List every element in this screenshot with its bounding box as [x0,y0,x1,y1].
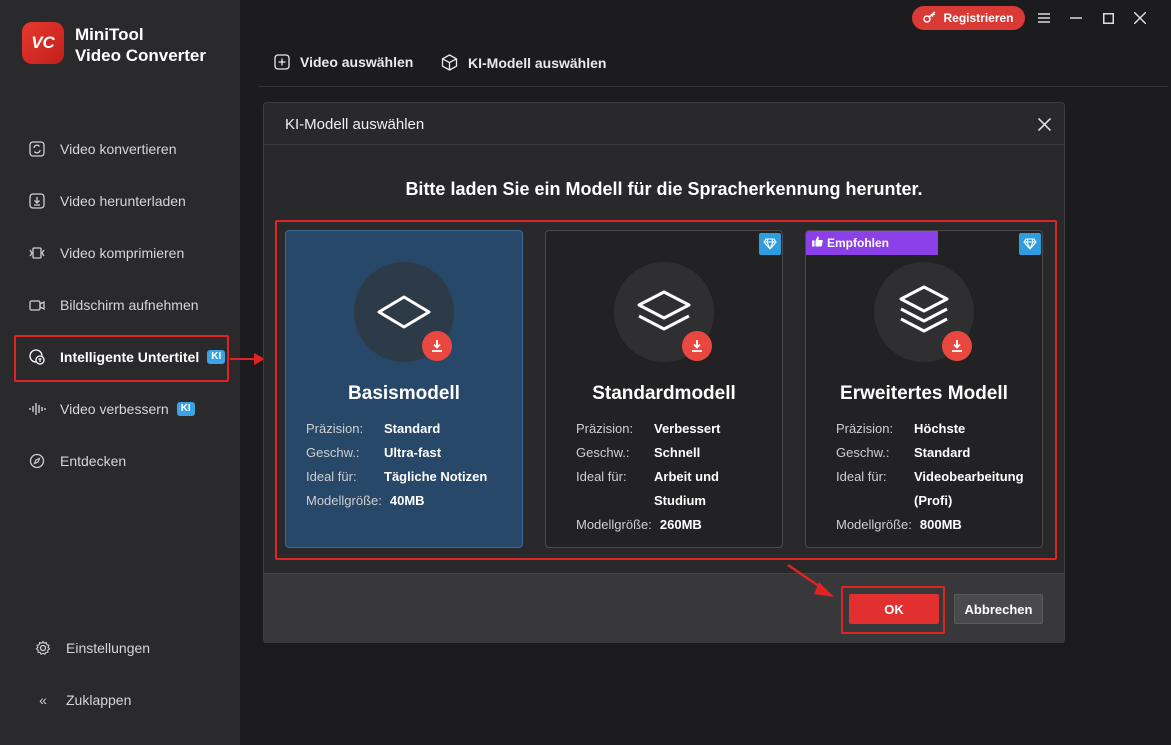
sidebar: VC MiniTool Video Converter Video konver… [0,0,240,745]
settings-label: Einstellungen [66,640,151,656]
download-icon [28,192,46,210]
spec-key: Modellgröße: [836,517,912,532]
highlight-box [14,335,229,382]
menu-icon[interactable] [1034,8,1054,28]
model-card-advanced[interactable]: Empfohlen Erweitertes Modell Präzision: H… [805,230,1043,548]
register-label: Registrieren [943,11,1014,25]
recommended-label: Empfohlen [827,236,889,250]
sidebar-item-video-komprimieren[interactable]: Video komprimieren [16,231,228,275]
camera-icon [28,296,46,314]
download-icon[interactable] [422,331,452,361]
model-name: Basismodell [348,383,460,404]
spec-value: Schnell [654,445,701,460]
spec-key: Geschw.: [836,445,890,460]
spec-key: Ideal für: [836,469,887,484]
cancel-button[interactable]: Abbrechen [954,594,1043,624]
app-logo: VC [22,22,64,64]
dialog-title: KI-Modell auswählen [285,116,425,133]
sidebar-item-label: Bildschirm aufnehmen [60,297,199,313]
minimize-icon[interactable] [1066,8,1086,28]
compass-icon [28,452,46,470]
sidebar-item-label: Entdecken [60,453,127,469]
gear-icon [34,640,52,656]
sidebar-item-label: Video herunterladen [60,193,186,209]
model-specs: Präzision: Standard Geschw.: Ultra-fast Id… [306,417,516,513]
single-layer-icon [377,295,431,329]
spec-key: Modellgröße: [306,493,382,508]
diamond-icon [759,233,781,255]
annotation-arrow-icon [787,563,834,597]
spec-value: Videobearbeitung (Profi) [914,469,1024,508]
tab-label: KI-Modell auswählen [468,54,607,71]
sidebar-item-video-herunterladen[interactable]: Video herunterladen [16,179,228,223]
spec-value: 40MB [389,493,425,508]
sidebar-item-label: Video komprimieren [60,245,185,261]
spec-value: Standard [914,445,971,460]
sidebar-item-video-verbessern[interactable]: Video verbessern KI [16,387,228,431]
download-icon[interactable] [682,331,712,361]
model-select-dialog: KI-Modell auswählen Bitte laden Sie ein … [263,102,1065,643]
spec-value: 800MB [919,517,962,532]
sidebar-item-video-konvertieren[interactable]: Video konvertieren [16,127,228,171]
spec-value: Ultra-fast [384,445,442,460]
settings-button[interactable]: Einstellungen [34,640,150,656]
thumbs-up-icon [812,236,823,250]
cube-icon [441,54,458,71]
convert-icon [28,140,46,158]
key-icon [923,10,937,26]
triple-layer-icon [899,285,949,333]
app-title: MiniTool Video Converter [75,25,207,65]
register-button[interactable]: Registrieren [912,6,1025,30]
dialog-header: KI-Modell auswählen [264,103,1064,145]
annotation-arrow-icon [230,353,265,365]
spec-value: Höchste [914,421,966,436]
recommended-badge: Empfohlen [806,231,938,255]
spec-value: 260MB [659,517,702,532]
plus-square-icon [274,54,290,70]
spec-value: Verbessert [654,421,721,436]
sidebar-item-label: Video konvertieren [60,141,177,157]
diamond-icon [1019,233,1041,255]
sidebar-item-entdecken[interactable]: Entdecken [16,439,228,483]
tab-label: Video auswählen [300,54,414,70]
maximize-icon[interactable] [1098,8,1118,28]
model-name: Standardmodell [592,383,736,404]
collapse-label: Zuklappen [66,692,132,708]
sidebar-item-bildschirm-aufnehmen[interactable]: Bildschirm aufnehmen [16,283,228,327]
ok-button[interactable]: OK [849,594,939,624]
spec-key: Ideal für: [306,469,357,484]
model-card-basic[interactable]: Basismodell Präzision: Standard Geschw.: U… [285,230,523,548]
double-layer-icon [637,290,691,331]
spec-value: Standard [384,421,441,436]
compress-icon [28,244,46,262]
spec-key: Präzision: [306,421,364,436]
divider [258,86,1168,87]
waveform-icon [28,400,46,418]
spec-key: Präzision: [836,421,894,436]
model-name: Erweitertes Modell [840,383,1008,404]
close-icon[interactable] [1130,8,1150,28]
double-chevron-left-icon: « [39,692,47,708]
dialog-close-icon[interactable] [1034,114,1054,134]
spec-value: Tägliche Notizen [384,469,488,484]
model-specs: Präzision: Höchste Geschw.: Standard Ideal… [836,417,1046,537]
spec-key: Präzision: [576,421,634,436]
download-icon[interactable] [942,331,972,361]
spec-key: Geschw.: [576,445,630,460]
sidebar-item-label: Video verbessern [60,401,169,417]
collapse-button[interactable]: « Zuklappen [34,692,131,708]
spec-value: Arbeit und Studium [654,469,719,508]
spec-key: Ideal für: [576,469,627,484]
model-card-standard[interactable]: Standardmodell Präzision: Verbessert Gesc… [545,230,783,548]
spec-key: Modellgröße: [576,517,652,532]
ki-badge: KI [176,402,195,416]
dialog-footer: OK Abbrechen [264,573,1064,643]
tab-select-video[interactable]: Video auswählen [274,54,413,70]
spec-key: Geschw.: [306,445,360,460]
dialog-heading: Bitte laden Sie ein Modell für die Sprac… [405,179,923,199]
tab-select-model[interactable]: KI-Modell auswählen [441,54,606,71]
model-specs: Präzision: Verbessert Geschw.: Schnell Ide… [576,417,786,537]
